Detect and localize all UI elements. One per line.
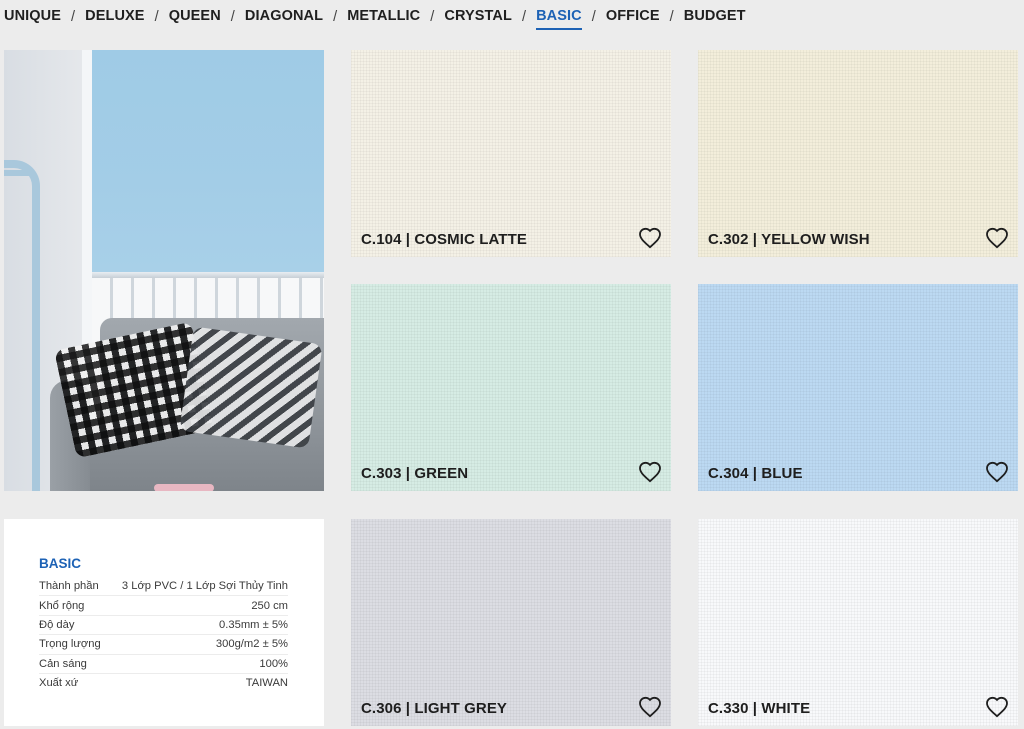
- spec-key: Trọng lượng: [39, 638, 101, 651]
- spec-value: 250 cm: [251, 599, 288, 612]
- nav-item-office[interactable]: OFFICE: [606, 8, 660, 27]
- spec-key: Độ dày: [39, 618, 75, 631]
- spec-key: Xuất xứ: [39, 677, 79, 690]
- swatch-card[interactable]: C.104 | COSMIC LATTE: [351, 50, 671, 257]
- nav-separator: /: [230, 9, 235, 25]
- nav-item-diagonal[interactable]: DIAGONAL: [245, 8, 323, 27]
- nav-separator: /: [154, 9, 159, 25]
- swatch-label: C.104 | COSMIC LATTE: [361, 231, 527, 248]
- nav-item-unique[interactable]: UNIQUE: [4, 8, 61, 27]
- swatch-card[interactable]: C.302 | YELLOW WISH: [698, 50, 1018, 257]
- heart-outline-icon[interactable]: [638, 227, 662, 249]
- spec-row: Trọng lượng 300g/m2 ± 5%: [39, 635, 288, 655]
- heart-outline-icon[interactable]: [985, 227, 1009, 249]
- nav-item-queen[interactable]: QUEEN: [169, 8, 221, 27]
- swatch-label: C.302 | YELLOW WISH: [708, 231, 870, 248]
- heart-outline-icon[interactable]: [638, 461, 662, 483]
- spec-value: 100%: [259, 657, 288, 670]
- swatch-label: C.330 | WHITE: [708, 700, 811, 717]
- nav-separator: /: [71, 9, 76, 25]
- spec-key: Thành phần: [39, 580, 99, 593]
- roller-blind: [92, 50, 324, 274]
- nav-item-crystal[interactable]: CRYSTAL: [444, 8, 512, 27]
- swatch-card[interactable]: C.303 | GREEN: [351, 284, 671, 491]
- heart-outline-icon[interactable]: [985, 696, 1009, 718]
- heart-outline-icon[interactable]: [638, 696, 662, 718]
- swatch-card[interactable]: C.306 | LIGHT GREY: [351, 519, 671, 726]
- nav-item-budget[interactable]: BUDGET: [684, 8, 746, 27]
- nav-item-deluxe[interactable]: DELUXE: [85, 8, 144, 27]
- spec-table: Thành phần 3 Lớp PVC / 1 Lớp Sợi Thủy Ti…: [39, 577, 288, 692]
- spec-key: Khổ rộng: [39, 599, 85, 612]
- spec-row: Cản sáng 100%: [39, 655, 288, 674]
- heart-outline-icon[interactable]: [985, 461, 1009, 483]
- spec-value: 300g/m2 ± 5%: [215, 638, 288, 651]
- nav-item-metallic[interactable]: METALLIC: [347, 8, 420, 27]
- nav-item-basic[interactable]: BASIC: [536, 8, 582, 30]
- spec-value: 0.35mm ± 5%: [219, 618, 288, 631]
- spec-card: BASIC Thành phần 3 Lớp PVC / 1 Lớp Sợi T…: [4, 519, 324, 726]
- swatch-card[interactable]: C.330 | WHITE: [698, 519, 1018, 726]
- nav-separator: /: [591, 9, 596, 25]
- room-preview-image: [4, 50, 324, 491]
- nav-separator: /: [333, 9, 338, 25]
- spec-value: TAIWAN: [245, 677, 288, 690]
- spec-row: Độ dày 0.35mm ± 5%: [39, 616, 288, 636]
- swatch-label: C.306 | LIGHT GREY: [361, 700, 508, 717]
- spec-value: 3 Lớp PVC / 1 Lớp Sợi Thủy Tinh: [121, 580, 288, 593]
- category-nav: UNIQUE / DELUXE / QUEEN / DIAGONAL / MET…: [4, 0, 746, 34]
- swatch-label: C.304 | BLUE: [708, 465, 803, 482]
- striped-pillow: [179, 326, 323, 449]
- nav-separator: /: [669, 9, 674, 25]
- spec-title: BASIC: [39, 556, 82, 571]
- nav-separator: /: [521, 9, 527, 25]
- nav-separator: /: [430, 9, 435, 25]
- spec-key: Cản sáng: [39, 657, 87, 670]
- spec-row: Thành phần 3 Lớp PVC / 1 Lớp Sợi Thủy Ti…: [39, 577, 288, 597]
- swatch-label: C.303 | GREEN: [361, 465, 469, 482]
- spec-row: Xuất xứ TAIWAN: [39, 674, 288, 692]
- swatch-card[interactable]: C.304 | BLUE: [698, 284, 1018, 491]
- spec-row: Khổ rộng 250 cm: [39, 596, 288, 616]
